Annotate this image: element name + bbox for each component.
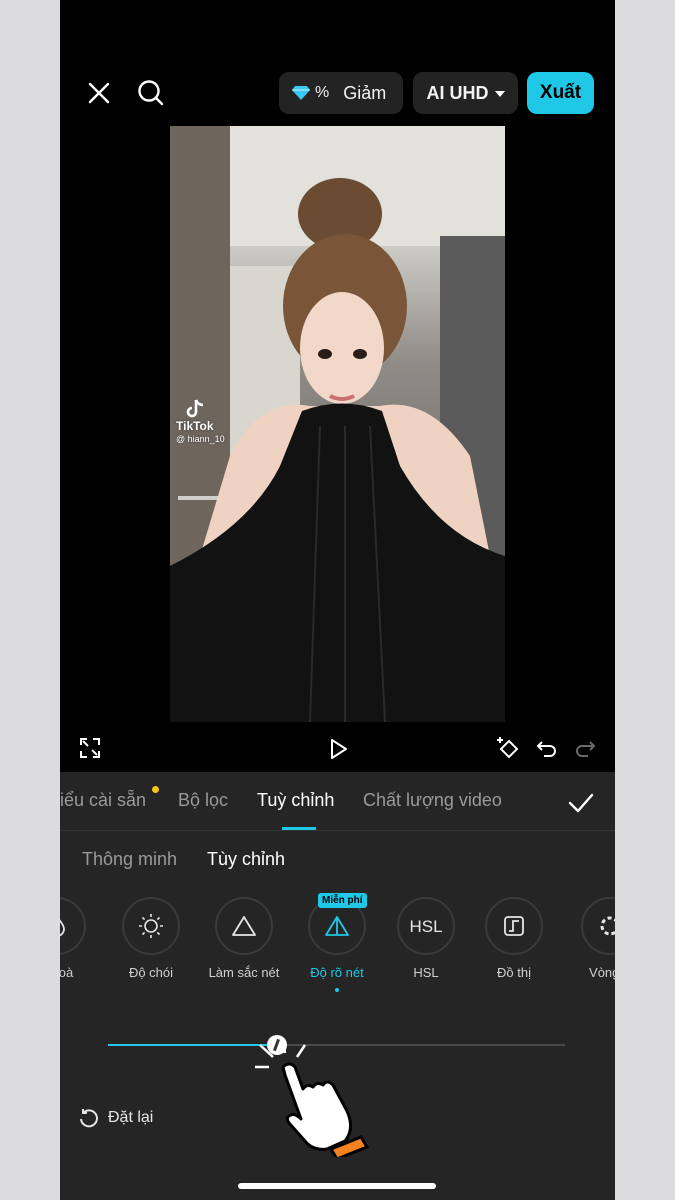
tap-hand-icon [255, 1038, 370, 1157]
keyframe-icon [497, 737, 519, 759]
keyframe-button[interactable] [494, 734, 522, 762]
tab-adjust[interactable]: Tuỳ chỉnh [257, 790, 334, 811]
tool-label: o hoà [60, 965, 74, 980]
tool-clarity[interactable]: Độ rõ nét [297, 897, 377, 992]
promo-label: Giảm [343, 82, 387, 103]
tool-hsl[interactable]: HSL HSL [386, 897, 466, 980]
close-icon [88, 82, 110, 104]
diamond-icon [292, 86, 310, 100]
slider-fill [108, 1044, 278, 1046]
curve-icon [504, 916, 524, 936]
panel-tabs: iểu cài sẵn Bộ lọc Tuỳ chỉnh Chất lượng … [60, 772, 615, 831]
tool-label: Đồ thị [497, 965, 531, 980]
tool-brightness[interactable]: Độ chói [111, 897, 191, 980]
tiktok-watermark: TikTok @ hiann_10 [176, 398, 225, 446]
tool-label: Độ rõ nét [310, 965, 364, 980]
free-badge: Miễn phí [318, 893, 367, 908]
watermark-handle: @ hiann_10 [176, 434, 225, 444]
confirm-button[interactable] [567, 789, 595, 817]
redo-button[interactable] [572, 735, 598, 761]
checkmark-icon [568, 793, 594, 813]
subtab-smart[interactable]: Thông minh [82, 849, 177, 870]
tool-label: Độ chói [128, 965, 174, 980]
fullscreen-icon [80, 738, 100, 758]
close-button[interactable] [84, 78, 114, 108]
tool-label: Vòng tr [589, 965, 615, 980]
tool-sharpen[interactable]: Làm sắc nét [204, 897, 284, 980]
wheel-icon [600, 916, 615, 936]
adjust-panel: iểu cài sẵn Bộ lọc Tuỳ chỉnh Chất lượng … [60, 772, 615, 1200]
tab-filters[interactable]: Bộ lọc [178, 790, 228, 811]
promo-button[interactable]: % Giảm [279, 72, 403, 114]
panel-subtabs: Thông minh Tùy chỉnh [60, 844, 615, 874]
selected-dot [335, 988, 339, 992]
tab-presets[interactable]: iểu cài sẵn [60, 790, 146, 811]
search-button[interactable] [136, 78, 166, 108]
sun-icon [139, 914, 163, 938]
subtab-custom[interactable]: Tùy chỉnh [207, 849, 285, 870]
tiktok-icon [186, 399, 204, 418]
quality-dropdown[interactable]: AI UHD [413, 72, 518, 114]
tool-label: HSL [413, 965, 439, 980]
tab-video-quality[interactable]: Chất lượng video [363, 790, 502, 811]
undo-button[interactable] [534, 735, 560, 761]
phone-screen: % Giảm AI UHD Xuất TikTok @ hiann_10 iểu… [60, 0, 615, 1200]
reset-button[interactable]: Đặt lại [78, 1106, 153, 1130]
home-indicator [238, 1183, 436, 1189]
drop-icon [60, 919, 65, 937]
undo-icon [536, 741, 556, 757]
watermark-brand: TikTok [176, 419, 214, 433]
triangle-icon [232, 916, 256, 936]
tool-color-wheel[interactable]: Vòng tr [570, 897, 615, 980]
play-icon [331, 739, 347, 759]
chevron-down-icon [494, 91, 505, 97]
top-bar: % Giảm AI UHD Xuất [60, 70, 615, 116]
reset-label: Đặt lại [108, 1109, 154, 1126]
quality-label: AI UHD [426, 82, 489, 103]
search-icon [138, 80, 164, 106]
reset-icon [80, 1109, 98, 1128]
promo-percent: % [315, 84, 330, 101]
tool-label: Làm sắc nét [208, 965, 280, 980]
active-tab-indicator [282, 827, 316, 830]
adjust-tools: o hoà Độ chói Làm sắc nét Độ rõ nét Miễn… [60, 893, 615, 997]
hsl-icon: HSL [409, 917, 442, 936]
svg-text:HSL: HSL [409, 917, 442, 936]
tool-saturation[interactable]: o hoà [60, 897, 97, 980]
redo-icon [576, 741, 596, 757]
new-badge-dot [152, 786, 159, 793]
playback-controls [60, 732, 615, 766]
fullscreen-button[interactable] [78, 736, 102, 760]
play-button[interactable] [326, 735, 352, 763]
tool-curves[interactable]: Đồ thị [474, 897, 554, 980]
export-button[interactable]: Xuất [527, 72, 594, 114]
clarity-icon [325, 916, 349, 936]
video-preview[interactable]: TikTok @ hiann_10 [170, 126, 505, 722]
